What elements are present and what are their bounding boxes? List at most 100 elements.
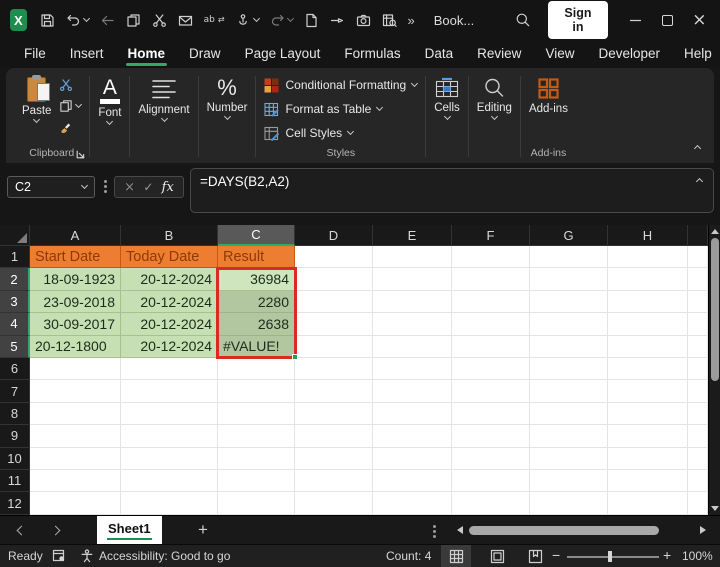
cell-A5[interactable]: 20-12-1800 (30, 335, 121, 359)
cell-D7[interactable] (295, 380, 373, 403)
cell-E8[interactable] (373, 402, 452, 426)
add-sheet-button[interactable]: + (192, 519, 214, 541)
addins-button[interactable]: Add-ins (529, 74, 568, 115)
cell-H12[interactable] (608, 492, 688, 515)
cell-H6[interactable] (608, 358, 688, 381)
scroll-down-arrow[interactable] (711, 506, 719, 511)
scroll-right-arrow[interactable] (700, 526, 706, 534)
zoom-level[interactable]: 100% (682, 545, 713, 567)
cell-F11[interactable] (452, 470, 530, 493)
camera-button[interactable] (356, 13, 371, 28)
cell-F2[interactable] (452, 268, 530, 291)
cell-G9[interactable] (530, 425, 608, 448)
cell-C7[interactable] (218, 380, 295, 403)
next-sheet-button[interactable] (50, 525, 61, 536)
touch-mode-button[interactable] (236, 13, 260, 28)
row-header-5[interactable]: 5 (0, 335, 30, 359)
editing-button[interactable]: Editing (477, 74, 512, 121)
alignment-button[interactable]: Alignment (138, 74, 190, 123)
lookup-sheet-button[interactable] (382, 13, 397, 28)
cell-F7[interactable] (452, 380, 530, 403)
cell-E3[interactable] (373, 290, 452, 314)
fill-handle[interactable] (292, 354, 298, 360)
cell-partial-7[interactable] (688, 380, 708, 403)
copy-button[interactable] (126, 13, 141, 28)
select-all-corner[interactable] (0, 225, 30, 246)
macro-record-icon[interactable] (52, 545, 66, 567)
cell-F9[interactable] (452, 425, 530, 448)
scroll-left-arrow[interactable] (457, 526, 463, 534)
ribbon-tab-formulas[interactable]: Formulas (332, 42, 412, 67)
close-button[interactable]: × (689, 11, 710, 29)
formula-input[interactable]: =DAYS(B2,A2) (190, 168, 714, 213)
cell-A7[interactable] (30, 380, 121, 403)
cell-A9[interactable] (30, 425, 121, 448)
cell-G11[interactable] (530, 470, 608, 493)
cell-G12[interactable] (530, 492, 608, 515)
cell-G7[interactable] (530, 380, 608, 403)
cell-partial-10[interactable] (688, 447, 708, 471)
zoom-in-button[interactable]: + (663, 547, 671, 563)
accessibility-status[interactable]: Accessibility: Good to go (99, 545, 230, 567)
cell-H5[interactable] (608, 335, 688, 359)
ribbon-tab-view[interactable]: View (533, 42, 586, 67)
search-icon[interactable] (515, 12, 531, 28)
cell-D10[interactable] (295, 447, 373, 471)
cell-E11[interactable] (373, 470, 452, 493)
row-header-10[interactable]: 10 (0, 447, 30, 471)
collapse-ribbon-button[interactable] (693, 138, 702, 156)
row-header-9[interactable]: 9 (0, 425, 30, 448)
cell-G1[interactable] (530, 246, 608, 269)
row-header-7[interactable]: 7 (0, 380, 30, 403)
cell-E2[interactable] (373, 268, 452, 291)
cell-D11[interactable] (295, 470, 373, 493)
cell-D2[interactable] (295, 268, 373, 291)
maximize-button[interactable] (657, 14, 678, 26)
cell-C6[interactable] (218, 358, 295, 381)
ribbon-tab-help[interactable]: Help (672, 42, 720, 67)
cell-B6[interactable] (121, 358, 218, 381)
sign-in-button[interactable]: Sign in (548, 1, 608, 39)
cell-G8[interactable] (530, 402, 608, 426)
cell-B5[interactable]: 20-12-2024 (121, 335, 218, 359)
collapse-formula-bar-icon[interactable] (695, 177, 704, 186)
cell-B8[interactable] (121, 402, 218, 426)
column-header-B[interactable]: B (121, 225, 218, 246)
cell-B1[interactable]: Today Date (121, 246, 218, 269)
cell-A6[interactable] (30, 358, 121, 381)
page-break-preview-button[interactable] (520, 545, 550, 567)
vertical-scroll-thumb[interactable] (711, 238, 719, 381)
zoom-slider-track[interactable] (567, 556, 659, 558)
pen-button[interactable] (330, 13, 345, 28)
cell-B12[interactable] (121, 492, 218, 515)
column-header-C[interactable]: C (218, 225, 295, 246)
previous-sheet-button[interactable] (16, 525, 27, 536)
excel-logo-icon[interactable]: X (10, 9, 27, 31)
accessibility-icon[interactable] (80, 545, 94, 567)
cut-button[interactable] (152, 13, 167, 28)
cell-C11[interactable] (218, 470, 295, 493)
spelling-button[interactable]: ab ⇄ (204, 15, 225, 25)
cell-C9[interactable] (218, 425, 295, 448)
cell-H10[interactable] (608, 447, 688, 471)
cell-B9[interactable] (121, 425, 218, 448)
ribbon-tab-draw[interactable]: Draw (177, 42, 233, 67)
cell-partial-11[interactable] (688, 470, 708, 493)
cell-A12[interactable] (30, 492, 121, 515)
new-file-button[interactable] (304, 13, 319, 28)
cell-D4[interactable] (295, 313, 373, 336)
cell-F12[interactable] (452, 492, 530, 515)
cell-F6[interactable] (452, 358, 530, 381)
cells-button[interactable]: Cells (434, 74, 460, 121)
undo-button[interactable] (66, 13, 90, 28)
row-header-6[interactable]: 6 (0, 358, 30, 381)
row-header-11[interactable]: 11 (0, 470, 30, 493)
cell-D8[interactable] (295, 402, 373, 426)
copy-ribbon-button[interactable] (59, 99, 83, 113)
cell-A1[interactable]: Start Date (30, 246, 121, 269)
paste-button[interactable]: Paste (22, 74, 51, 134)
cell-styles-button[interactable]: Cell Styles (264, 121, 355, 145)
horizontal-scroll-thumb[interactable] (469, 526, 659, 535)
cell-G10[interactable] (530, 447, 608, 471)
cell-B3[interactable]: 20-12-2024 (121, 290, 218, 314)
